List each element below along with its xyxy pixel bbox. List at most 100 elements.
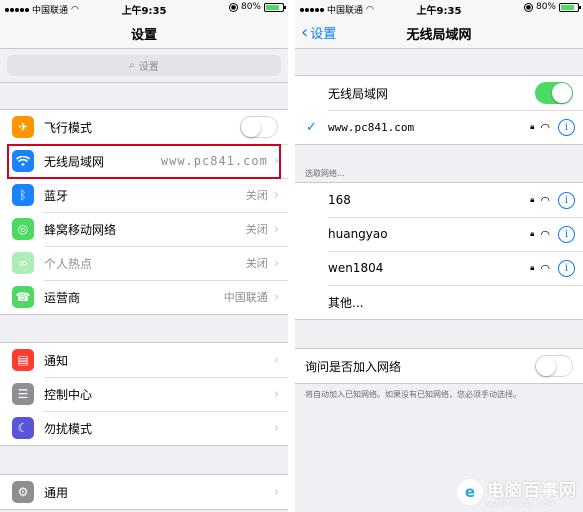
settings-item-bluetooth[interactable]: ᛒ 蓝牙 关闭 ›: [0, 178, 288, 212]
battery-icon: [559, 2, 581, 12]
nav-bar: 设置: [0, 16, 288, 49]
settings-item-dnd[interactable]: ☾ 勿扰模式 ›: [0, 411, 288, 445]
settings-item-label: 运营商: [44, 290, 81, 305]
notification-icon: ▤: [12, 349, 34, 371]
wlan-screen: 中国联通 ◠ 上午9:35 ● 80% ‹ 设置 无线局域网 无线局域网 ✓ w…: [295, 0, 583, 512]
settings-item-control-center[interactable]: ☰ 控制中心 ›: [0, 377, 288, 411]
settings-item-carrier[interactable]: ☎ 运营商 中国联通 ›: [0, 280, 288, 314]
network-name: wen1804: [328, 261, 384, 275]
page-title: 设置: [130, 28, 157, 43]
settings-item-value: 关闭: [245, 189, 268, 202]
screen-divider: [288, 0, 295, 512]
watermark: e 电脑百事网 WWW.PC841.COM: [457, 476, 577, 508]
ask-join-row: 询问是否加入网络: [295, 349, 583, 383]
search-icon: ⌕: [129, 60, 135, 71]
chevron-right-icon: ›: [273, 352, 279, 368]
settings-item-hotspot[interactable]: ∞ 个人热点 关闭 ›: [0, 246, 288, 280]
battery-percent: 80%: [535, 2, 556, 12]
info-button[interactable]: i: [558, 225, 575, 243]
wlan-toggle-row: 无线局域网: [295, 76, 583, 110]
wlan-highlight-box: [7, 144, 281, 179]
settings-item-label: 通用: [44, 485, 69, 500]
lock-icon: 🔒︎: [530, 195, 535, 204]
site-logo-icon: e: [457, 479, 483, 505]
settings-item-value: 关闭: [245, 257, 268, 270]
moon-icon: ☾: [12, 417, 34, 439]
rotation-lock-icon: ●: [228, 2, 238, 12]
page-title: 无线局域网: [406, 28, 472, 43]
watermark-name: 电脑百事网: [487, 481, 577, 501]
other-label: 其他...: [328, 295, 364, 310]
settings-item-label: 飞行模式: [44, 120, 93, 135]
network-name: www.pc841.com: [328, 120, 415, 134]
lock-icon: 🔒︎: [530, 263, 535, 272]
nav-bar: ‹ 设置 无线局域网: [295, 16, 583, 49]
network-row[interactable]: huangyao 🔒︎ ◠ i: [295, 217, 583, 251]
checkmark-icon: ✓: [306, 119, 317, 135]
chevron-right-icon: ›: [273, 187, 279, 203]
settings-item-notifications[interactable]: ▤ 通知 ›: [0, 343, 288, 377]
wlan-group: 无线局域网 ✓ www.pc841.com 🔒︎ ◠ i: [295, 75, 583, 145]
wifi-signal-icon: ◠: [540, 120, 550, 134]
settings-item-label: 通知: [44, 353, 69, 368]
lock-icon: 🔒︎: [530, 229, 535, 238]
settings-item-label: 勿扰模式: [44, 421, 93, 436]
status-bar: 中国联通 ◠ 上午9:35 ● 80%: [0, 0, 288, 17]
chevron-right-icon: ›: [273, 484, 279, 500]
search-area: ⌕ 设置: [0, 49, 288, 83]
wlan-label: 无线局域网: [328, 86, 389, 101]
chevron-right-icon: ›: [273, 255, 279, 271]
ask-join-group: 询问是否加入网络: [295, 348, 583, 384]
chevron-right-icon: ›: [273, 221, 279, 237]
cellular-icon: ◎: [12, 218, 34, 240]
network-name: 168: [328, 193, 351, 207]
ask-join-toggle[interactable]: [535, 355, 573, 377]
settings-item-label: 个人热点: [44, 256, 93, 271]
network-row[interactable]: wen1804 🔒︎ ◠ i: [295, 251, 583, 285]
settings-group-system: ▤ 通知 › ☰ 控制中心 › ☾ 勿扰模式 ›: [0, 342, 288, 446]
chevron-right-icon: ›: [273, 289, 279, 305]
settings-group-general: ⚙ 通用 ›: [0, 474, 288, 510]
wifi-signal-icon: ◠: [540, 193, 550, 207]
network-list: 168 🔒︎ ◠ i huangyao 🔒︎ ◠ i wen1804 🔒︎ ◠ …: [295, 182, 583, 320]
other-network-row[interactable]: 其他...: [295, 285, 583, 319]
settings-item-label: 蓝牙: [44, 188, 69, 203]
wlan-toggle[interactable]: [535, 82, 573, 104]
ask-join-footer: 将自动加入已知网络。如果没有已知网络，您必须手动选择。: [305, 390, 521, 399]
chevron-right-icon: ›: [273, 420, 279, 436]
settings-item-general[interactable]: ⚙ 通用 ›: [0, 475, 288, 509]
settings-screen: 中国联通 ◠ 上午9:35 ● 80% 设置 ⌕ 设置 ✈ 飞行模式 无线局域网: [0, 0, 288, 512]
wifi-signal-icon: ◠: [540, 261, 550, 275]
settings-group-network: ✈ 飞行模式 无线局域网 www.pc841.com › ᛒ 蓝牙 关闭 › ◎…: [0, 109, 288, 315]
settings-item-label: 蜂窝移动网络: [44, 222, 117, 237]
gear-icon: ⚙: [12, 481, 34, 503]
bluetooth-icon: ᛒ: [12, 184, 34, 206]
info-button[interactable]: i: [558, 118, 575, 136]
search-placeholder: 设置: [138, 62, 159, 73]
control-center-icon: ☰: [12, 383, 34, 405]
settings-item-value: 关闭: [245, 223, 268, 236]
search-input[interactable]: ⌕ 设置: [7, 55, 281, 76]
lock-icon: 🔒︎: [530, 122, 535, 131]
info-button[interactable]: i: [558, 259, 575, 277]
battery-percent: 80%: [240, 2, 261, 12]
ask-join-label: 询问是否加入网络: [305, 359, 402, 374]
settings-item-airplane[interactable]: ✈ 飞行模式: [0, 110, 288, 144]
watermark-url: WWW.PC841.COM: [487, 501, 555, 508]
connected-network-row[interactable]: ✓ www.pc841.com 🔒︎ ◠ i: [295, 110, 583, 144]
status-right: ● 80%: [228, 2, 286, 12]
settings-item-cellular[interactable]: ◎ 蜂窝移动网络 关闭 ›: [0, 212, 288, 246]
airplane-toggle[interactable]: [240, 116, 278, 138]
hotspot-icon: ∞: [12, 252, 34, 274]
info-button[interactable]: i: [558, 191, 575, 209]
wifi-signal-icon: ◠: [540, 227, 550, 241]
rotation-lock-icon: ●: [523, 2, 533, 12]
network-name: huangyao: [328, 227, 388, 241]
choose-network-header: 选取网络...: [305, 169, 345, 178]
battery-icon: [264, 2, 286, 12]
network-row[interactable]: 168 🔒︎ ◠ i: [295, 183, 583, 217]
status-right: ● 80%: [523, 2, 581, 12]
settings-item-value: 中国联通: [223, 291, 268, 304]
chevron-right-icon: ›: [273, 386, 279, 402]
settings-item-label: 控制中心: [44, 387, 93, 402]
